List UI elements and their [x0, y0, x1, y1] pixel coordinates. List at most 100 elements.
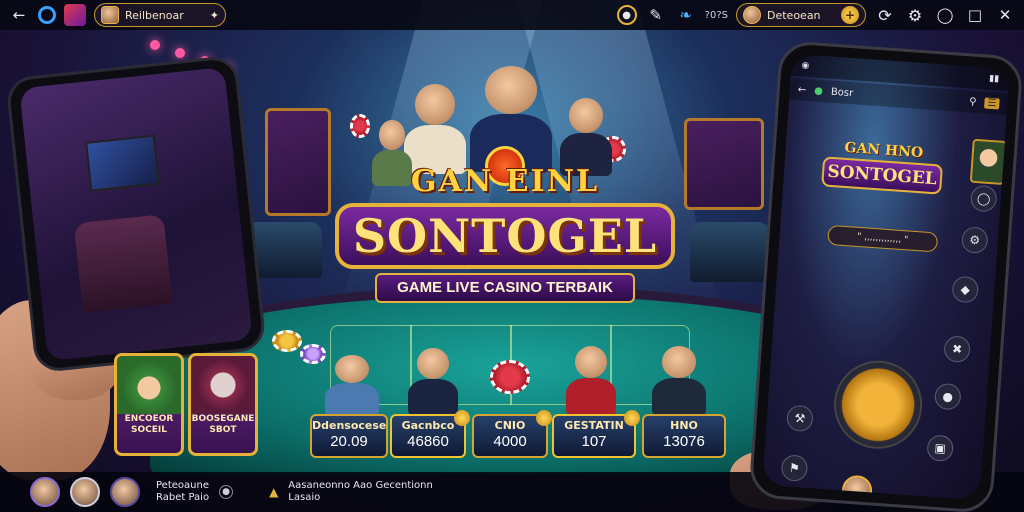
coin-icon [454, 410, 470, 426]
back-arrow-icon[interactable]: ← [8, 4, 30, 26]
player-card[interactable]: HNO 13076 [642, 414, 726, 458]
search-label: Reilbenoar [125, 8, 184, 22]
left-phone-screen [19, 66, 253, 362]
phone-input-bar[interactable]: " ,,,,,,,,,,,,, " [827, 224, 939, 253]
player-character [325, 355, 379, 417]
player-value: 4000 [493, 433, 527, 450]
balance-pill[interactable]: Deteoean + [736, 3, 866, 27]
player-value: 107 [581, 433, 607, 450]
poker-chip [350, 114, 370, 138]
friend-avatar[interactable] [110, 477, 140, 507]
chip-icon[interactable]: ● [616, 5, 637, 25]
refresh-icon[interactable]: ⟳ [874, 4, 896, 26]
app-logo-icon[interactable] [38, 6, 56, 24]
player-card[interactable]: GESTATIN 107 [552, 410, 640, 458]
user-info: Peteoaune Rabet Paio [156, 480, 209, 504]
player-value: 46860 [407, 433, 449, 450]
wall-sign [684, 118, 764, 210]
gear-icon[interactable]: ⚙ [904, 4, 926, 26]
feather-icon[interactable]: ❧ [675, 4, 697, 26]
player-card[interactable]: CNIO 4000 [472, 410, 552, 458]
avatar [101, 6, 119, 24]
maximize-icon[interactable]: □ [964, 4, 986, 26]
search-pill[interactable]: Reilbenoar ✦ [94, 3, 226, 27]
flag-icon[interactable]: ⚑ [780, 454, 809, 482]
player-face [417, 348, 449, 379]
close-icon[interactable]: ✕ [994, 4, 1016, 26]
nav-dot-icon: ● [813, 85, 824, 97]
feature-card-line1: ENCOEOR [124, 414, 174, 424]
user-avatar [743, 6, 761, 24]
chat-icon[interactable]: ◯ [934, 4, 956, 26]
player-card[interactable]: Gacnbco 46860 [390, 410, 470, 458]
search-icon[interactable]: ⚲ [969, 96, 977, 107]
feature-card[interactable]: BOOSEGANE SBOT [188, 353, 258, 456]
logo-subtitle: GAME LIVE CASINO TERBAIK [375, 273, 635, 303]
signal-icon: ▮▮ [988, 73, 1000, 85]
wand-icon[interactable]: ✎ [645, 4, 667, 26]
right-phone: ◉ ▮▮ ← ● Bosr ⚲ ☰ GAN HNO SONTOGEL " ,,,… [748, 40, 1024, 512]
message-line2: Lasaio [288, 492, 321, 503]
message-line1: Aasaneonno Aao Gecentionn [288, 480, 433, 491]
screen-tv [85, 134, 161, 192]
player-body [408, 378, 458, 416]
game-app-icon[interactable] [64, 4, 86, 26]
dealer-face [379, 120, 405, 150]
wall-sign [265, 108, 331, 216]
player-body [566, 377, 616, 416]
joystick-control[interactable] [831, 357, 926, 452]
coin-icon [536, 410, 552, 426]
menu-icon[interactable]: ☰ [984, 96, 1000, 109]
player-character [566, 346, 616, 416]
game-logo: GAN EINL SONTOGEL GAME LIVE CASINO TERBA… [330, 146, 680, 303]
add-coin-icon[interactable]: + [841, 6, 859, 24]
player-body [652, 377, 706, 416]
dealer-face [484, 66, 538, 114]
logo-top-text: GAN EINL [410, 164, 600, 199]
back-arrow-icon[interactable]: ← [797, 84, 806, 96]
player-name: Ddensocese [312, 419, 387, 432]
user-line2: Rabet Paio [156, 492, 210, 503]
phone-logo-main: SONTOGEL [821, 156, 943, 195]
coin-icon [624, 410, 640, 426]
player-name: GESTATIN [564, 419, 624, 432]
stage-light [150, 40, 160, 50]
shield-icon[interactable]: ◯ [969, 184, 998, 213]
bag-icon[interactable]: ▣ [926, 434, 955, 463]
poker-chip-stack [490, 360, 530, 394]
feature-card-line1: BOOSEGANE [191, 414, 255, 424]
status-text: ?0?S [704, 9, 728, 21]
friend-avatar[interactable] [30, 477, 60, 507]
flame-icon: ▲ [269, 485, 279, 499]
logo-main-text: SONTOGEL [335, 203, 675, 269]
friend-avatar[interactable] [70, 477, 100, 507]
user-line1: Peteoaune [156, 480, 209, 491]
sword-icon[interactable]: ✖ [943, 335, 972, 364]
top-bar: ← Reilbenoar ✦ ● ✎ ❧ ?0?S Deteoean + ⟳ ⚙… [0, 0, 1024, 30]
player-character [408, 348, 458, 416]
player-face [334, 355, 370, 383]
player-face [661, 346, 697, 378]
pickaxe-icon[interactable]: ⚒ [786, 404, 814, 433]
phone-game-logo: GAN HNO SONTOGEL [821, 138, 944, 195]
left-phone [5, 54, 267, 374]
feature-card-image [117, 356, 181, 414]
diamond-icon[interactable]: ◆ [951, 275, 980, 304]
poker-chip [300, 344, 326, 364]
chip-icon[interactable]: ● [933, 382, 962, 411]
player-card[interactable]: Ddensocese 20.09 [310, 414, 388, 458]
slot-machine [690, 222, 770, 282]
dealer-thumbnail[interactable] [969, 138, 1007, 185]
feature-card[interactable]: ENCOEOR SOCEIL [114, 353, 184, 456]
gear-icon[interactable]: ⚙ [960, 226, 989, 254]
phone-nav-title: Bosr [830, 86, 854, 99]
feature-card-line2: SOCEIL [131, 425, 167, 435]
right-phone-screen: ◉ ▮▮ ← ● Bosr ⚲ ☰ GAN HNO SONTOGEL " ,,,… [762, 53, 1010, 501]
player-value: 13076 [663, 433, 705, 450]
player-avatar[interactable] [841, 474, 874, 501]
player-name: CNIO [494, 419, 526, 432]
settings-dot-icon[interactable]: ● [219, 485, 234, 499]
player-name: Gacnbco [401, 419, 455, 432]
player-character [652, 346, 706, 416]
player-body [325, 382, 379, 417]
